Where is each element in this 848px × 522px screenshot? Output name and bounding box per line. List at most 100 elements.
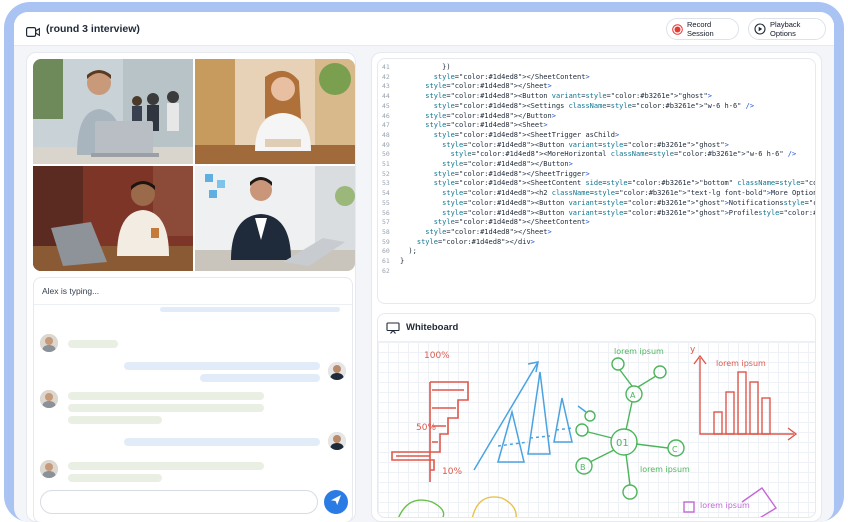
message-bubble-placeholder (160, 307, 340, 312)
line-number: 59 (382, 237, 390, 246)
line-number: 61 (382, 257, 390, 265)
app-window: (round 3 interview) Record Session Playb… (14, 12, 834, 522)
record-icon (672, 23, 683, 35)
whiteboard-header: Whiteboard (378, 314, 815, 342)
sketch-node-a: A (630, 391, 636, 400)
sketch-node-b: B (580, 463, 586, 472)
code-editor[interactable]: 41 }) 42 style="color:#1d4ed8"></SheetCon… (377, 58, 816, 304)
code-text: style="color:#1d4ed8"></Sheet> (425, 227, 552, 236)
code-text: style="color:#1d4ed8"><Button variant=st… (442, 140, 729, 149)
code-line: 56 style="color:#1d4ed8"><Button variant… (378, 208, 815, 219)
line-number: 49 (382, 140, 390, 149)
presentation-board-icon (386, 321, 400, 334)
playback-options-button[interactable]: Playback Options (748, 18, 826, 40)
line-number: 60 (382, 247, 390, 256)
video-tile-2[interactable] (195, 59, 355, 164)
line-number: 62 (382, 266, 390, 275)
line-number: 41 (382, 63, 390, 71)
code-line: 51 style="color:#1d4ed8"></Button> (378, 160, 808, 170)
record-session-button[interactable]: Record Session (666, 18, 739, 40)
line-number: 51 (382, 160, 390, 168)
line-number: 43 (382, 82, 390, 91)
code-text: ); (400, 247, 417, 256)
code-text: } (400, 257, 405, 265)
code-text: style="color:#1d4ed8"><h2 className=styl… (442, 189, 815, 198)
message-bubble-placeholder (68, 392, 264, 400)
chat-panel: Alex is typing... (33, 277, 353, 522)
workspace-panel: 41 }) 42 style="color:#1d4ed8"></SheetCon… (371, 52, 822, 522)
sketch-axis-y: y (690, 345, 696, 355)
code-text: style="color:#1d4ed8"><SheetTrigger asCh… (433, 130, 620, 139)
chat-message-input[interactable] (40, 490, 318, 514)
code-line: 53 style="color:#1d4ed8"><SheetContent s… (378, 179, 815, 189)
message-bubble-placeholder (68, 340, 118, 348)
typing-status: Alex is typing... (42, 286, 100, 296)
sketch-lorem-bottom-right: lorem ipsum (700, 501, 750, 510)
code-text: style="color:#1d4ed8"><Button variant=st… (425, 92, 712, 101)
code-line: 60 ); (378, 247, 808, 257)
video-tile-3[interactable] (33, 166, 193, 271)
code-line: 49 style="color:#1d4ed8"><Button variant… (378, 141, 808, 151)
sketch-label-50: 50% (416, 423, 436, 433)
code-text: style="color:#1d4ed8"><Button variant=st… (442, 208, 815, 217)
code-line: 55 style="color:#1d4ed8"><Button variant… (378, 198, 815, 209)
top-bar: (round 3 interview) Record Session Playb… (14, 12, 834, 46)
video-grid (33, 59, 355, 271)
line-number: 50 (382, 150, 390, 159)
line-number: 44 (382, 92, 390, 101)
message-bubble-placeholder (68, 474, 162, 482)
line-number: 53 (382, 179, 390, 188)
video-camera-icon (26, 24, 40, 37)
avatar (40, 460, 58, 478)
message-bubble-placeholder (124, 362, 320, 370)
code-text: }) (400, 63, 451, 71)
code-line: 62 (378, 267, 808, 277)
line-number: 58 (382, 227, 390, 236)
sketch-lorem-right: lorem ipsum (716, 359, 766, 368)
line-number: 55 (382, 198, 390, 207)
sketch-label-100: 100% (424, 351, 450, 361)
line-number: 46 (382, 111, 390, 120)
line-number: 48 (382, 130, 390, 139)
code-text: style="color:#1d4ed8"><Button variant=st… (442, 198, 815, 207)
code-line: 61} (378, 257, 808, 267)
code-text: style="color:#1d4ed8"></SheetContent> (433, 218, 590, 227)
code-text: style="color:#1d4ed8"><Settings classNam… (433, 101, 755, 110)
send-icon (330, 493, 342, 511)
video-tile-1[interactable] (33, 59, 193, 164)
message-bubble-placeholder (68, 404, 264, 412)
code-line: 45 style="color:#1d4ed8"><Settings class… (378, 102, 808, 112)
code-text: style="color:#1d4ed8"><Sheet> (425, 121, 548, 130)
avatar (328, 362, 346, 380)
playback-icon (754, 23, 766, 35)
line-number: 57 (382, 218, 390, 227)
avatar (328, 432, 346, 450)
message-bubble-placeholder (200, 374, 320, 382)
code-text: style="color:#1d4ed8"></Button> (442, 160, 573, 168)
whiteboard-canvas[interactable]: 100% 50% 10% 01 A B C lorem ipsum lorem … (378, 342, 815, 517)
line-number: 52 (382, 169, 390, 178)
code-text: style="color:#1d4ed8"><MoreHorizontal cl… (450, 150, 797, 159)
code-line: 48 style="color:#1d4ed8"><SheetTrigger a… (378, 131, 808, 141)
code-line: 52 style="color:#1d4ed8"></SheetTrigger> (378, 170, 808, 180)
line-number: 54 (382, 189, 390, 198)
code-line: 43 style="color:#1d4ed8"></Sheet> (378, 82, 808, 92)
code-line: 57 style="color:#1d4ed8"></SheetContent> (378, 218, 808, 228)
send-button[interactable] (324, 490, 348, 514)
message-bubble-placeholder (68, 462, 264, 470)
line-number: 45 (382, 101, 390, 110)
code-text: style="color:#1d4ed8"></Sheet> (425, 82, 552, 91)
line-number: 56 (382, 208, 390, 217)
code-text: style="color:#1d4ed8"></Button> (425, 111, 556, 120)
video-tile-4[interactable] (195, 166, 355, 271)
whiteboard-panel: Whiteboard 100% 50% 10% 01 A B C lorem i… (377, 313, 816, 518)
code-line: 42 style="color:#1d4ed8"></SheetContent> (378, 73, 808, 83)
sketch-node-c: C (672, 445, 678, 454)
code-text: style="color:#1d4ed8"></div> (416, 237, 535, 246)
call-panel: Alex is typing... (26, 52, 356, 522)
code-line: 44 style="color:#1d4ed8"><Button variant… (378, 92, 808, 102)
code-line: 47 style="color:#1d4ed8"><Sheet> (378, 121, 808, 131)
message-bubble-placeholder (124, 438, 320, 446)
code-text: style="color:#1d4ed8"><SheetContent side… (433, 179, 815, 188)
code-line: 54 style="color:#1d4ed8"><h2 className=s… (378, 189, 815, 199)
